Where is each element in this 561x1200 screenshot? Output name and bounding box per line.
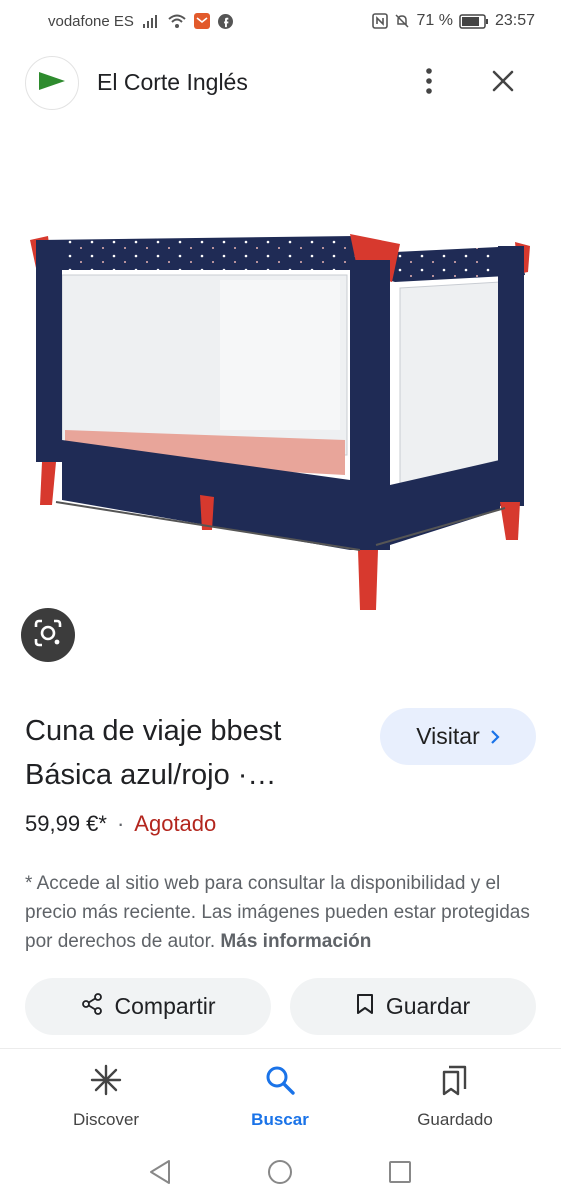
separator-dot: · (116, 811, 125, 836)
product-image[interactable] (0, 140, 561, 660)
battery-icon (459, 13, 489, 29)
system-home-button[interactable] (262, 1156, 298, 1192)
more-options-button[interactable] (410, 64, 448, 102)
nav-saved[interactable]: Guardado (385, 1063, 525, 1130)
triangle-back-icon (148, 1159, 172, 1190)
nav-discover[interactable]: Discover (36, 1063, 176, 1130)
share-icon (81, 992, 103, 1021)
visit-button[interactable]: Visitar (380, 708, 536, 765)
site-header: El Corte Inglés (0, 52, 561, 114)
square-recents-icon (388, 1160, 412, 1189)
disclaimer: * Accede al sitio web para consultar la … (25, 869, 540, 956)
nfc-icon (372, 13, 389, 29)
nav-search[interactable]: Buscar (210, 1063, 350, 1130)
mute-icon (394, 13, 410, 29)
bookmarks-icon (438, 1063, 472, 1102)
system-recents-button[interactable] (382, 1156, 418, 1192)
nav-saved-label: Guardado (417, 1110, 493, 1129)
facebook-icon (217, 13, 233, 29)
stock-status: Agotado (134, 811, 217, 836)
carrier-label: vodafone ES (48, 12, 134, 30)
google-lens-button[interactable] (21, 608, 75, 662)
bottom-navigation: Discover Buscar Guardado (0, 1048, 561, 1148)
more-info-link[interactable]: Más información (220, 931, 371, 952)
status-bar: vodafone ES 71 % 23:57 (0, 0, 561, 42)
save-label: Guardar (385, 993, 471, 1019)
el-corte-ingles-logo-icon (37, 71, 67, 96)
wifi-icon (168, 14, 186, 28)
notification-app-icon (193, 13, 210, 29)
search-icon (263, 1063, 297, 1102)
chevron-right-icon (490, 723, 500, 750)
battery-percent: 71 % (416, 12, 453, 29)
status-left: vodafone ES (48, 13, 233, 30)
share-button[interactable]: Compartir (25, 978, 271, 1035)
visit-label: Visitar (416, 723, 480, 749)
nav-discover-label: Discover (72, 1110, 140, 1129)
nav-search-label: Buscar (251, 1110, 309, 1129)
status-right: 71 % 23:57 (372, 12, 535, 30)
share-label: Compartir (114, 993, 216, 1019)
asterisk-icon (89, 1063, 123, 1102)
price-row: 59,99 €* · Agotado (25, 811, 216, 837)
save-button[interactable]: Guardar (290, 978, 536, 1035)
close-icon (492, 70, 514, 97)
system-navigation-bar (0, 1148, 561, 1200)
system-back-button[interactable] (142, 1156, 178, 1192)
circle-home-icon (267, 1159, 293, 1190)
product-title: Cuna de viaje bbest Básica azul/rojo ·… (25, 715, 282, 791)
price: 59,99 €* (25, 811, 107, 836)
signal-icon (142, 14, 160, 28)
more-vert-icon (425, 67, 433, 99)
site-logo (25, 56, 79, 110)
bookmark-icon (356, 993, 374, 1021)
site-name: El Corte Inglés (97, 69, 248, 95)
close-button[interactable] (484, 64, 522, 102)
clock: 23:57 (494, 12, 535, 29)
lens-icon (33, 618, 63, 653)
